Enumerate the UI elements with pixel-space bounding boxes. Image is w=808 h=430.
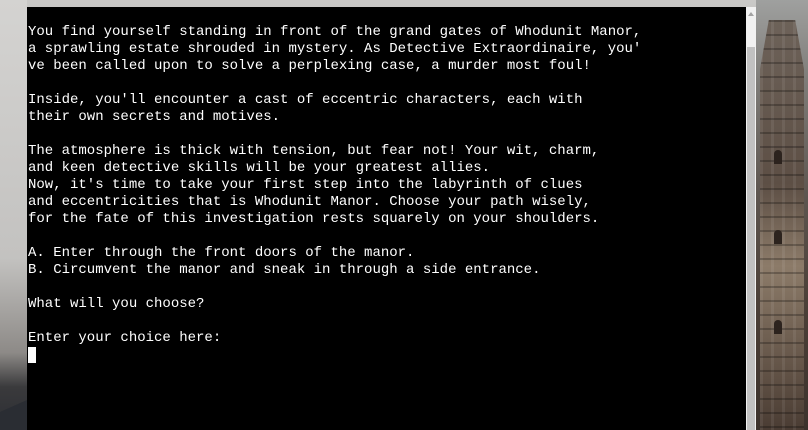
choice-option-a: A. Enter through the front doors of the … xyxy=(28,245,415,261)
terminal-input-line[interactable] xyxy=(28,347,746,364)
input-prompt: Enter your choice here: xyxy=(28,330,222,346)
terminal-line: their own secrets and motives. xyxy=(28,109,281,125)
scroll-up-arrow-icon[interactable] xyxy=(746,7,756,21)
terminal-scrollbar[interactable] xyxy=(746,7,756,430)
tower-window xyxy=(774,230,782,244)
choice-question: What will you choose? xyxy=(28,296,205,312)
scrollbar-thumb[interactable] xyxy=(747,47,755,430)
manor-tower-image xyxy=(760,20,804,430)
terminal-line: You find yourself standing in front of t… xyxy=(28,24,642,40)
background-manor-tower xyxy=(756,0,808,430)
text-cursor xyxy=(28,347,36,363)
terminal-line: The atmosphere is thick with tension, bu… xyxy=(28,143,600,159)
tower-window xyxy=(774,150,782,164)
terminal-line: for the fate of this investigation rests… xyxy=(28,211,600,227)
terminal-line: a sprawling estate shrouded in mystery. … xyxy=(28,41,642,57)
background-left xyxy=(0,0,27,430)
terminal-line: and keen detective skills will be your g… xyxy=(28,160,491,176)
terminal-line: and eccentricities that is Whodunit Mano… xyxy=(28,194,591,210)
choice-option-b: B. Circumvent the manor and sneak in thr… xyxy=(28,262,541,278)
terminal-console[interactable]: You find yourself standing in front of t… xyxy=(27,7,746,430)
terminal-line: Inside, you'll encounter a cast of eccen… xyxy=(28,92,583,108)
terminal-line: ve been called upon to solve a perplexin… xyxy=(28,58,591,74)
background-hill xyxy=(0,400,27,430)
terminal-line: Now, it's time to take your first step i… xyxy=(28,177,583,193)
tower-window xyxy=(774,320,782,334)
